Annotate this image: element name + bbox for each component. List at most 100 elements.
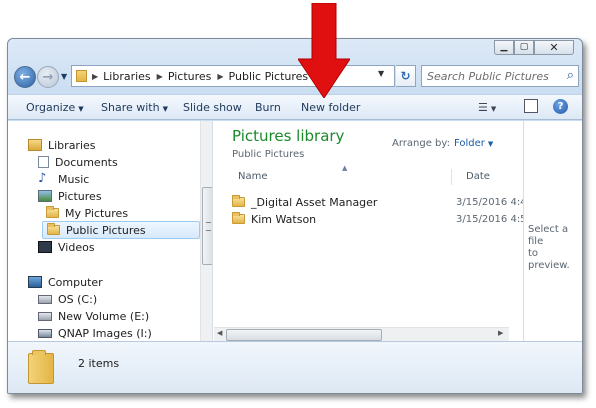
search-icon[interactable]: ⌕	[567, 68, 574, 83]
folder-icon	[28, 350, 54, 384]
nav-item-os-drive[interactable]: OS (C:)	[38, 291, 97, 307]
nav-label: Videos	[58, 240, 95, 254]
slide-show-button[interactable]: Slide show	[183, 101, 242, 114]
nav-item-pictures[interactable]: Pictures	[38, 188, 102, 204]
list-item[interactable]: Kim Watson 3/15/2016 4:51	[232, 211, 533, 227]
breadcrumb-libraries[interactable]: Libraries	[103, 70, 151, 83]
nav-pane-scrollbar[interactable]	[200, 121, 212, 341]
folder-icon	[46, 206, 59, 218]
organize-label: Organize	[26, 101, 76, 114]
file-name: _Digital Asset Manager	[251, 195, 378, 209]
chevron-down-icon: ▼	[78, 105, 84, 113]
column-divider[interactable]	[451, 169, 452, 185]
minimize-button[interactable]: ▁	[494, 40, 514, 55]
organize-menu[interactable]: Organize ▼	[26, 101, 84, 114]
command-toolbar: Organize ▼ Share with ▼ Slide show Burn Ne…	[8, 94, 582, 120]
refresh-icon: ↻	[400, 69, 411, 83]
search-placeholder: Search Public Pictures	[427, 69, 549, 83]
file-date: 3/15/2016 4:49	[456, 196, 533, 208]
nav-item-videos[interactable]: Videos	[38, 239, 95, 255]
preview-pane: Select a file to preview.	[523, 121, 582, 341]
folder-icon	[76, 70, 87, 82]
share-with-menu[interactable]: Share with ▼	[101, 101, 168, 114]
scrollbar-thumb[interactable]	[226, 329, 382, 341]
help-button[interactable]: ?	[553, 99, 568, 114]
sort-ascending-icon: ▲	[342, 164, 348, 172]
address-history-dropdown[interactable]: ▼	[378, 69, 384, 78]
documents-icon	[38, 156, 49, 168]
scroll-right-icon[interactable]: ▶	[498, 329, 503, 337]
breadcrumb-public-pictures[interactable]: Public Pictures	[229, 70, 309, 83]
preview-text-line: Select a file	[528, 224, 569, 247]
computer-icon	[28, 276, 42, 288]
folder-icon	[232, 212, 245, 224]
minimize-icon: ▁	[500, 42, 508, 52]
scroll-left-icon[interactable]: ◀	[217, 329, 222, 337]
red-arrow-icon	[298, 3, 350, 98]
burn-button[interactable]: Burn	[255, 101, 281, 114]
preview-pane-button[interactable]	[524, 99, 538, 113]
library-subtitle[interactable]: Public Pictures	[232, 149, 304, 160]
new-folder-button[interactable]: New folder	[301, 101, 360, 114]
nav-label: Pictures	[58, 189, 102, 203]
file-list-scrollbar[interactable]: ◀ ▶	[214, 327, 509, 341]
breadcrumb-separator-icon[interactable]: ▶	[157, 72, 163, 81]
maximize-icon: ▢	[519, 42, 529, 52]
network-drive-icon	[38, 328, 52, 338]
close-icon: ✕	[549, 41, 559, 54]
library-title: Pictures library	[232, 127, 345, 145]
details-pane: 2 items	[8, 341, 582, 393]
nav-label: QNAP Images (I:)	[58, 326, 152, 340]
view-list-icon: ☰	[478, 101, 488, 114]
forward-button[interactable]: →	[37, 66, 59, 88]
navigation-pane: Libraries Documents ♪ Music Pictures My …	[8, 121, 213, 341]
arrange-by-dropdown[interactable]: Folder ▼	[454, 138, 493, 149]
nav-item-public-pictures[interactable]: Public Pictures	[42, 221, 200, 239]
column-header-name[interactable]: Name	[238, 171, 268, 182]
nav-label: OS (C:)	[58, 292, 98, 306]
chevron-down-icon: ▼	[61, 72, 68, 81]
chevron-down-icon: ▼	[378, 69, 385, 78]
nav-item-libraries[interactable]: Libraries	[28, 137, 96, 153]
chevron-down-icon: ▼	[487, 140, 494, 148]
preview-placeholder: Select a file to preview.	[528, 224, 582, 272]
explorer-window: ▁ ▢ ✕ ← → ▼ ▶ Libraries ▶ Pictures ▶ Pub…	[7, 38, 583, 394]
search-input[interactable]: Search Public Pictures ⌕	[421, 65, 579, 87]
breadcrumb-pictures[interactable]: Pictures	[168, 70, 212, 83]
folder-icon	[47, 223, 60, 235]
nav-item-music[interactable]: ♪ Music	[38, 171, 89, 187]
change-view-button[interactable]: ☰ ▼	[478, 101, 496, 114]
nav-label: Public Pictures	[66, 223, 146, 237]
breadcrumb-separator-icon[interactable]: ▶	[217, 72, 223, 81]
explorer-body: Libraries Documents ♪ Music Pictures My …	[8, 121, 582, 341]
back-button[interactable]: ←	[14, 66, 36, 88]
nav-label: Libraries	[48, 138, 96, 152]
nav-label: New Volume (E:)	[58, 309, 150, 323]
nav-item-computer[interactable]: Computer	[28, 274, 103, 290]
file-date: 3/15/2016 4:51	[456, 213, 533, 225]
column-header-date[interactable]: Date	[466, 171, 490, 182]
preview-text-line: to preview.	[528, 248, 570, 271]
nav-item-documents[interactable]: Documents	[38, 154, 118, 170]
nav-label: Documents	[55, 155, 118, 169]
close-button[interactable]: ✕	[534, 40, 574, 55]
maximize-button[interactable]: ▢	[514, 40, 534, 55]
drive-icon	[38, 294, 52, 304]
arrange-by-value: Folder	[454, 138, 485, 149]
refresh-button[interactable]: ↻	[396, 65, 416, 87]
file-list-pane: Pictures library Public Pictures Arrange…	[214, 121, 533, 341]
file-name: Kim Watson	[251, 212, 317, 226]
nav-item-new-volume[interactable]: New Volume (E:)	[38, 308, 149, 324]
scrollbar-thumb[interactable]	[202, 187, 212, 265]
item-count: 2 items	[78, 357, 120, 370]
recent-pages-dropdown[interactable]: ▼	[61, 72, 67, 81]
folder-icon	[232, 195, 245, 207]
nav-label: Computer	[48, 275, 103, 289]
videos-icon	[38, 241, 52, 253]
nav-item-my-pictures[interactable]: My Pictures	[46, 205, 128, 221]
list-item[interactable]: _Digital Asset Manager 3/15/2016 4:49	[232, 194, 533, 210]
nav-item-qnap-images[interactable]: QNAP Images (I:)	[38, 325, 152, 341]
breadcrumb-separator-icon[interactable]: ▶	[92, 72, 98, 81]
chevron-down-icon: ▼	[162, 105, 168, 113]
pictures-icon	[38, 190, 52, 202]
